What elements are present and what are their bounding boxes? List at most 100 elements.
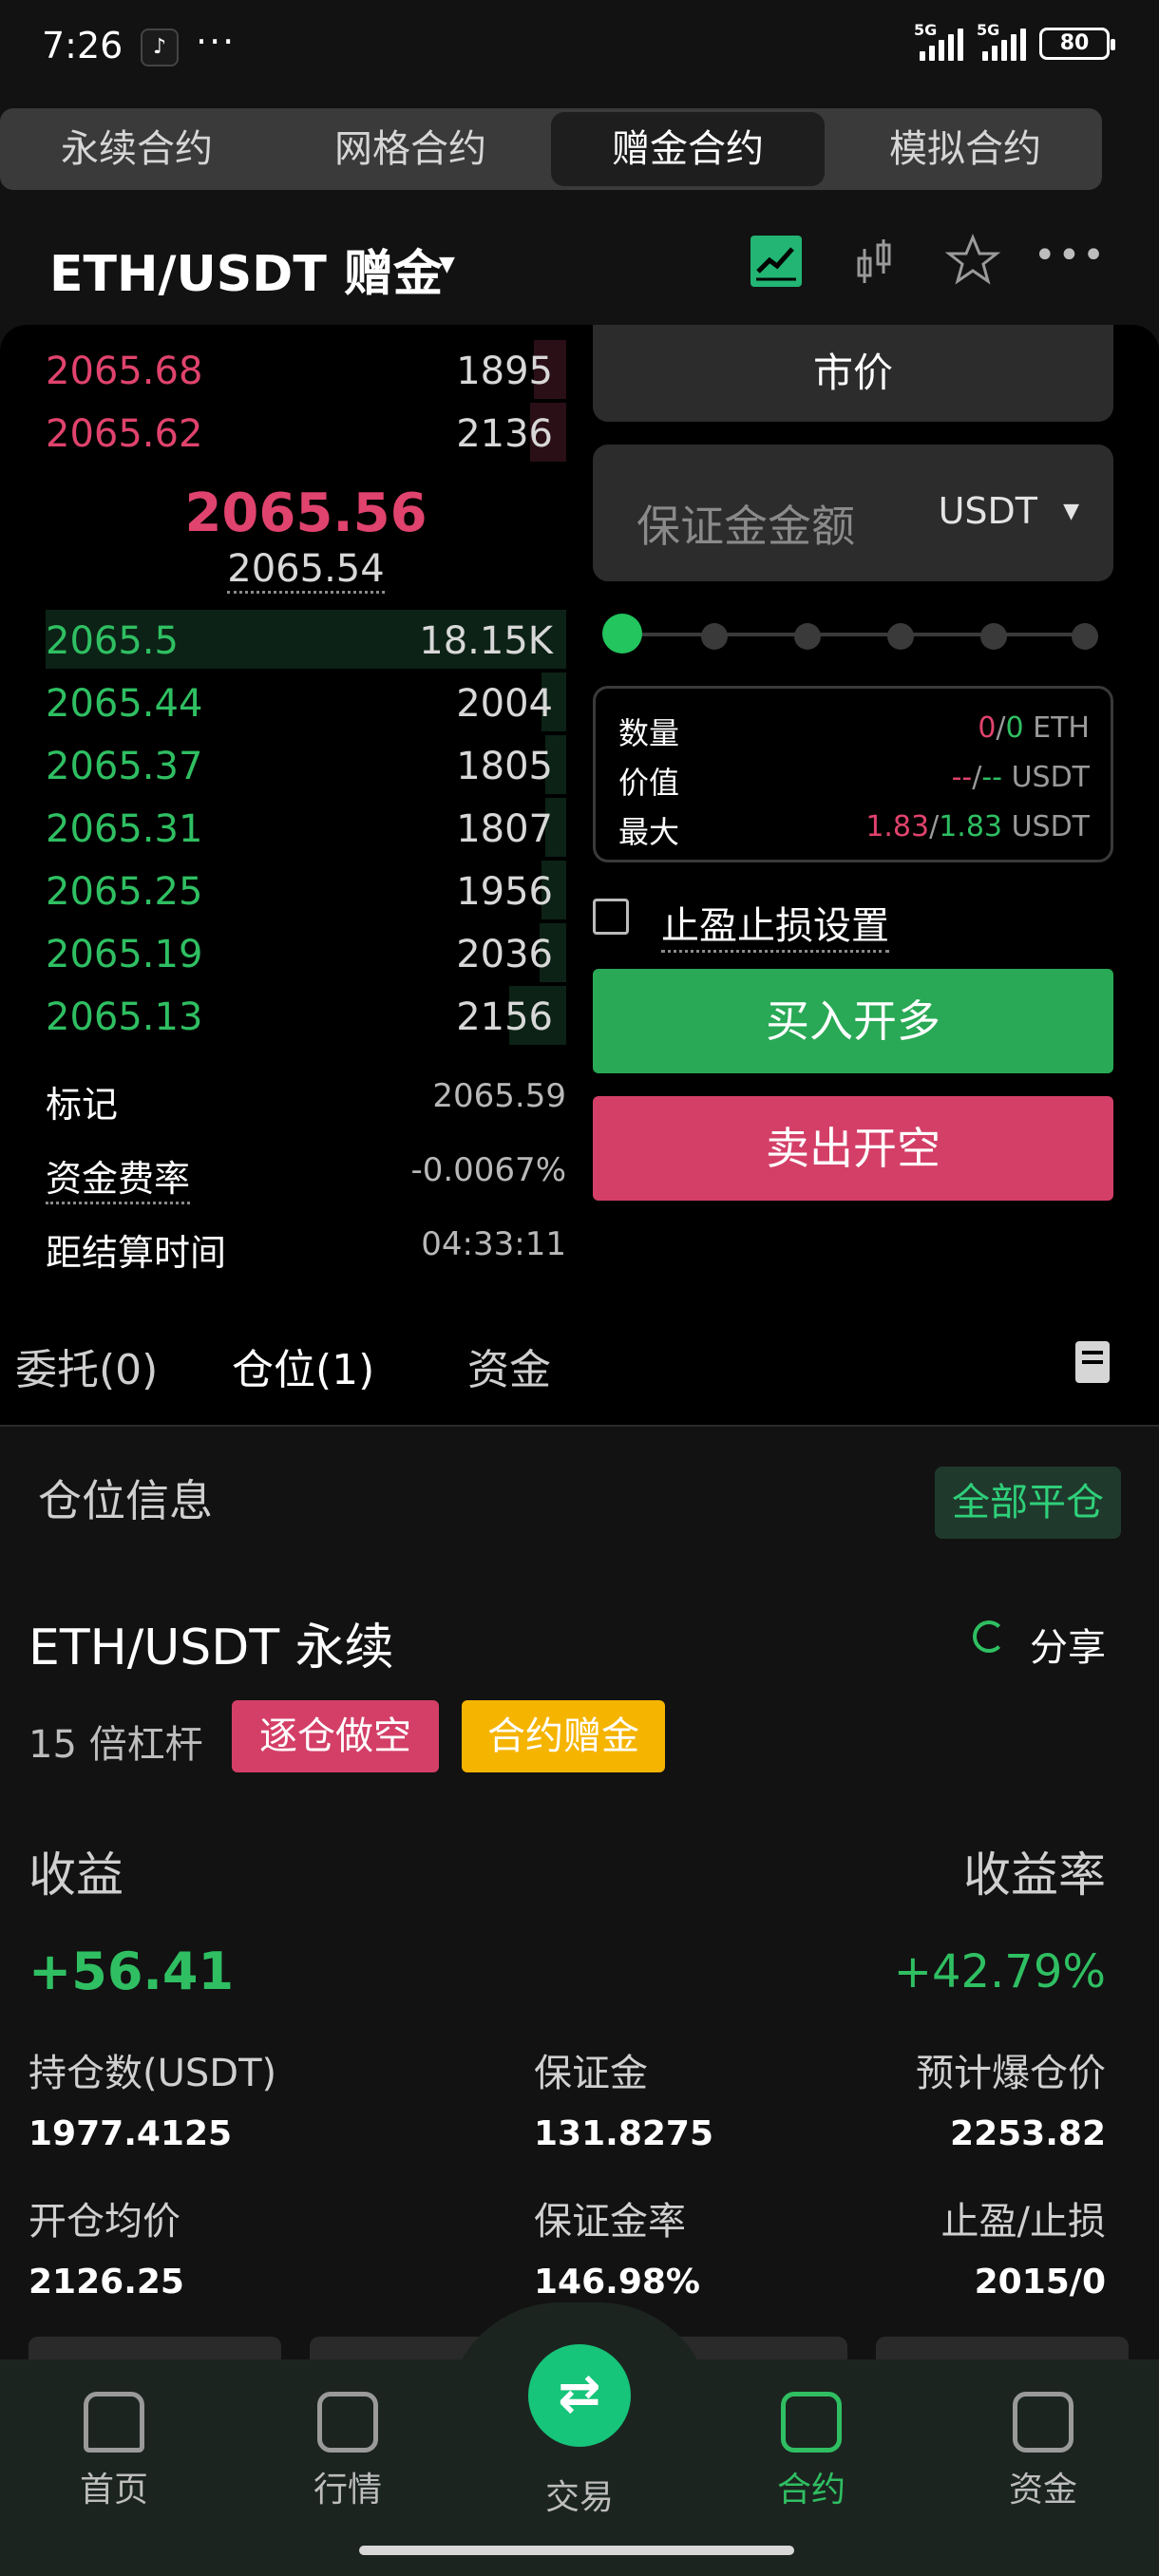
candlestick-icon[interactable]	[853, 236, 895, 289]
nav-market-label: 行情	[313, 2471, 382, 2510]
bid-qty: 2004	[456, 682, 553, 726]
tab-perpetual[interactable]: 永续合约	[0, 108, 274, 190]
size-label: 持仓数(USDT)	[28, 2052, 277, 2095]
orderbook-bid-row[interactable]: 2065.13 2156	[46, 986, 566, 1045]
amount-slider[interactable]	[602, 614, 1098, 655]
margin-value: 131.8275	[534, 2114, 714, 2153]
order-summary: 数量 0/0 ETH 价值 --/-- USDT 最大 1.83/1.83 US…	[593, 686, 1113, 862]
position-info-title: 仓位信息	[38, 1475, 213, 1526]
tab-grid[interactable]: 网格合约	[274, 108, 547, 190]
bid-qty: 18.15K	[419, 619, 553, 663]
order-type-select[interactable]: 市价	[593, 325, 1113, 422]
buy-long-button[interactable]: 买入开多	[593, 969, 1113, 1073]
caret-down-icon[interactable]: ▼	[1063, 500, 1079, 523]
ask-price: 2065.62	[46, 412, 203, 456]
slider-node[interactable]	[1072, 623, 1098, 650]
signal-icon: 5G	[977, 21, 1026, 61]
mark-price: 2065.54	[0, 547, 612, 594]
entry-price-label: 开仓均价	[28, 2200, 180, 2244]
nav-funds-label: 资金	[1008, 2471, 1077, 2510]
value-label: 价值	[618, 765, 680, 801]
tab-funds[interactable]: 资金	[467, 1335, 551, 1396]
battery-icon: 80	[1039, 28, 1115, 60]
entry-price-value: 2126.25	[28, 2263, 184, 2301]
home-indicator[interactable]	[359, 2546, 794, 2555]
orderbook-bid-row[interactable]: 2065.44 2004	[46, 672, 566, 731]
size-value: 1977.4125	[28, 2114, 233, 2153]
margin-amount-placeholder: 保证金金额	[636, 501, 855, 552]
bid-qty: 1807	[456, 807, 553, 851]
nav-contract-label: 合约	[776, 2471, 846, 2510]
tab-bonus[interactable]: 赠金合约	[551, 112, 825, 186]
orderbook-ask-row[interactable]: 2065.68 1895	[46, 340, 566, 399]
funding-rate-row[interactable]: 资金费率 -0.0067%	[46, 1142, 566, 1204]
slider-track	[621, 633, 1085, 636]
more-notifications-icon: ···	[196, 21, 237, 63]
unit-select[interactable]: USDT	[939, 490, 1037, 532]
margin-ratio-label: 保证金率	[534, 2200, 686, 2244]
ask-qty: 2136	[456, 412, 553, 456]
contract-bonus-badge: 合约赠金	[462, 1700, 665, 1772]
share-button[interactable]: 分享	[1030, 1617, 1106, 1672]
share-icon[interactable]	[973, 1620, 1005, 1653]
bid-qty: 2156	[456, 995, 553, 1039]
swap-icon[interactable]: ⇄	[528, 2344, 631, 2447]
bid-price: 2065.25	[46, 870, 203, 914]
nav-contract[interactable]: 合约	[735, 2392, 887, 2511]
document-icon[interactable]	[1075, 1341, 1110, 1383]
max-value: 1.83/1.83 USDT	[865, 810, 1090, 843]
mark-value: 2065.59	[432, 1077, 566, 1115]
slider-node[interactable]	[701, 623, 728, 650]
settlement-row: 距结算时间 04:33:11	[46, 1216, 566, 1274]
qty-label: 数量	[618, 715, 680, 751]
slider-node[interactable]	[794, 623, 821, 650]
orderbook-bid-row[interactable]: 2065.31 1807	[46, 798, 566, 857]
settlement-label: 距结算时间	[46, 1232, 227, 1274]
margin-amount-input[interactable]: 保证金金额 USDT ▼	[593, 445, 1113, 581]
tpsl-checkbox[interactable]	[593, 899, 629, 935]
pnl-label: 收益	[28, 1847, 124, 1903]
tab-demo[interactable]: 模拟合约	[828, 108, 1102, 190]
close-all-button[interactable]: 全部平仓	[935, 1467, 1121, 1539]
tpsl-label[interactable]: 止盈止损设置	[661, 895, 889, 953]
orderbook-bid-row[interactable]: 2065.5 18.15K	[46, 610, 566, 669]
max-label: 最大	[618, 814, 680, 850]
orderbook-bid-row[interactable]: 2065.37 1805	[46, 735, 566, 794]
signal-icon: 5G	[914, 21, 963, 61]
position-pair: ETH/USDT 永续	[28, 1619, 394, 1676]
orderbook-ask-row[interactable]: 2065.62 2136	[46, 403, 566, 462]
bid-qty: 1805	[456, 745, 553, 788]
ask-qty: 1895	[456, 350, 553, 393]
mark-price-row: 标记 2065.59	[46, 1068, 566, 1126]
status-time: 7:26	[42, 25, 124, 66]
bid-qty: 2036	[456, 933, 553, 976]
slider-handle[interactable]	[602, 614, 642, 653]
orderbook-bid-row[interactable]: 2065.25 1956	[46, 861, 566, 919]
orderbook-bid-row[interactable]: 2065.19 2036	[46, 923, 566, 982]
contract-type-tabs: 永续合约 网格合约 赠金合约 模拟合约	[0, 108, 1102, 190]
more-icon[interactable]: •••	[1034, 234, 1107, 277]
nav-home-label: 首页	[79, 2471, 148, 2510]
bid-price: 2065.13	[46, 995, 203, 1039]
pair-selector[interactable]: ETH/USDT 赠金	[49, 234, 443, 305]
value-row: 价值 --/-- USDT	[618, 751, 1090, 801]
favorite-star-icon[interactable]	[944, 232, 1001, 289]
slider-node[interactable]	[887, 623, 914, 650]
sell-short-button[interactable]: 卖出开空	[593, 1096, 1113, 1201]
slider-node[interactable]	[980, 623, 1007, 650]
nav-funds[interactable]: 资金	[967, 2392, 1119, 2511]
nav-home[interactable]: 首页	[38, 2392, 190, 2511]
contract-icon	[781, 2392, 842, 2453]
liq-price-label: 预计爆仓价	[916, 2052, 1106, 2095]
tab-positions[interactable]: 仓位(1)	[232, 1335, 374, 1396]
tab-orders[interactable]: 委托(0)	[15, 1335, 158, 1396]
status-right: 5G 5G 80	[914, 21, 1115, 61]
chart-icon[interactable]	[750, 236, 802, 287]
nav-market[interactable]: 行情	[272, 2392, 424, 2511]
caret-down-icon[interactable]: ▼	[439, 253, 455, 276]
roe-value: +42.79%	[893, 1945, 1106, 1998]
max-row: 最大 1.83/1.83 USDT	[618, 801, 1090, 850]
tpsl-label: 止盈/止损	[940, 2200, 1106, 2244]
nav-trade-label[interactable]: 交易	[504, 2470, 656, 2519]
pair-header: ETH/USDT 赠金 ▼ •••	[0, 218, 1159, 313]
